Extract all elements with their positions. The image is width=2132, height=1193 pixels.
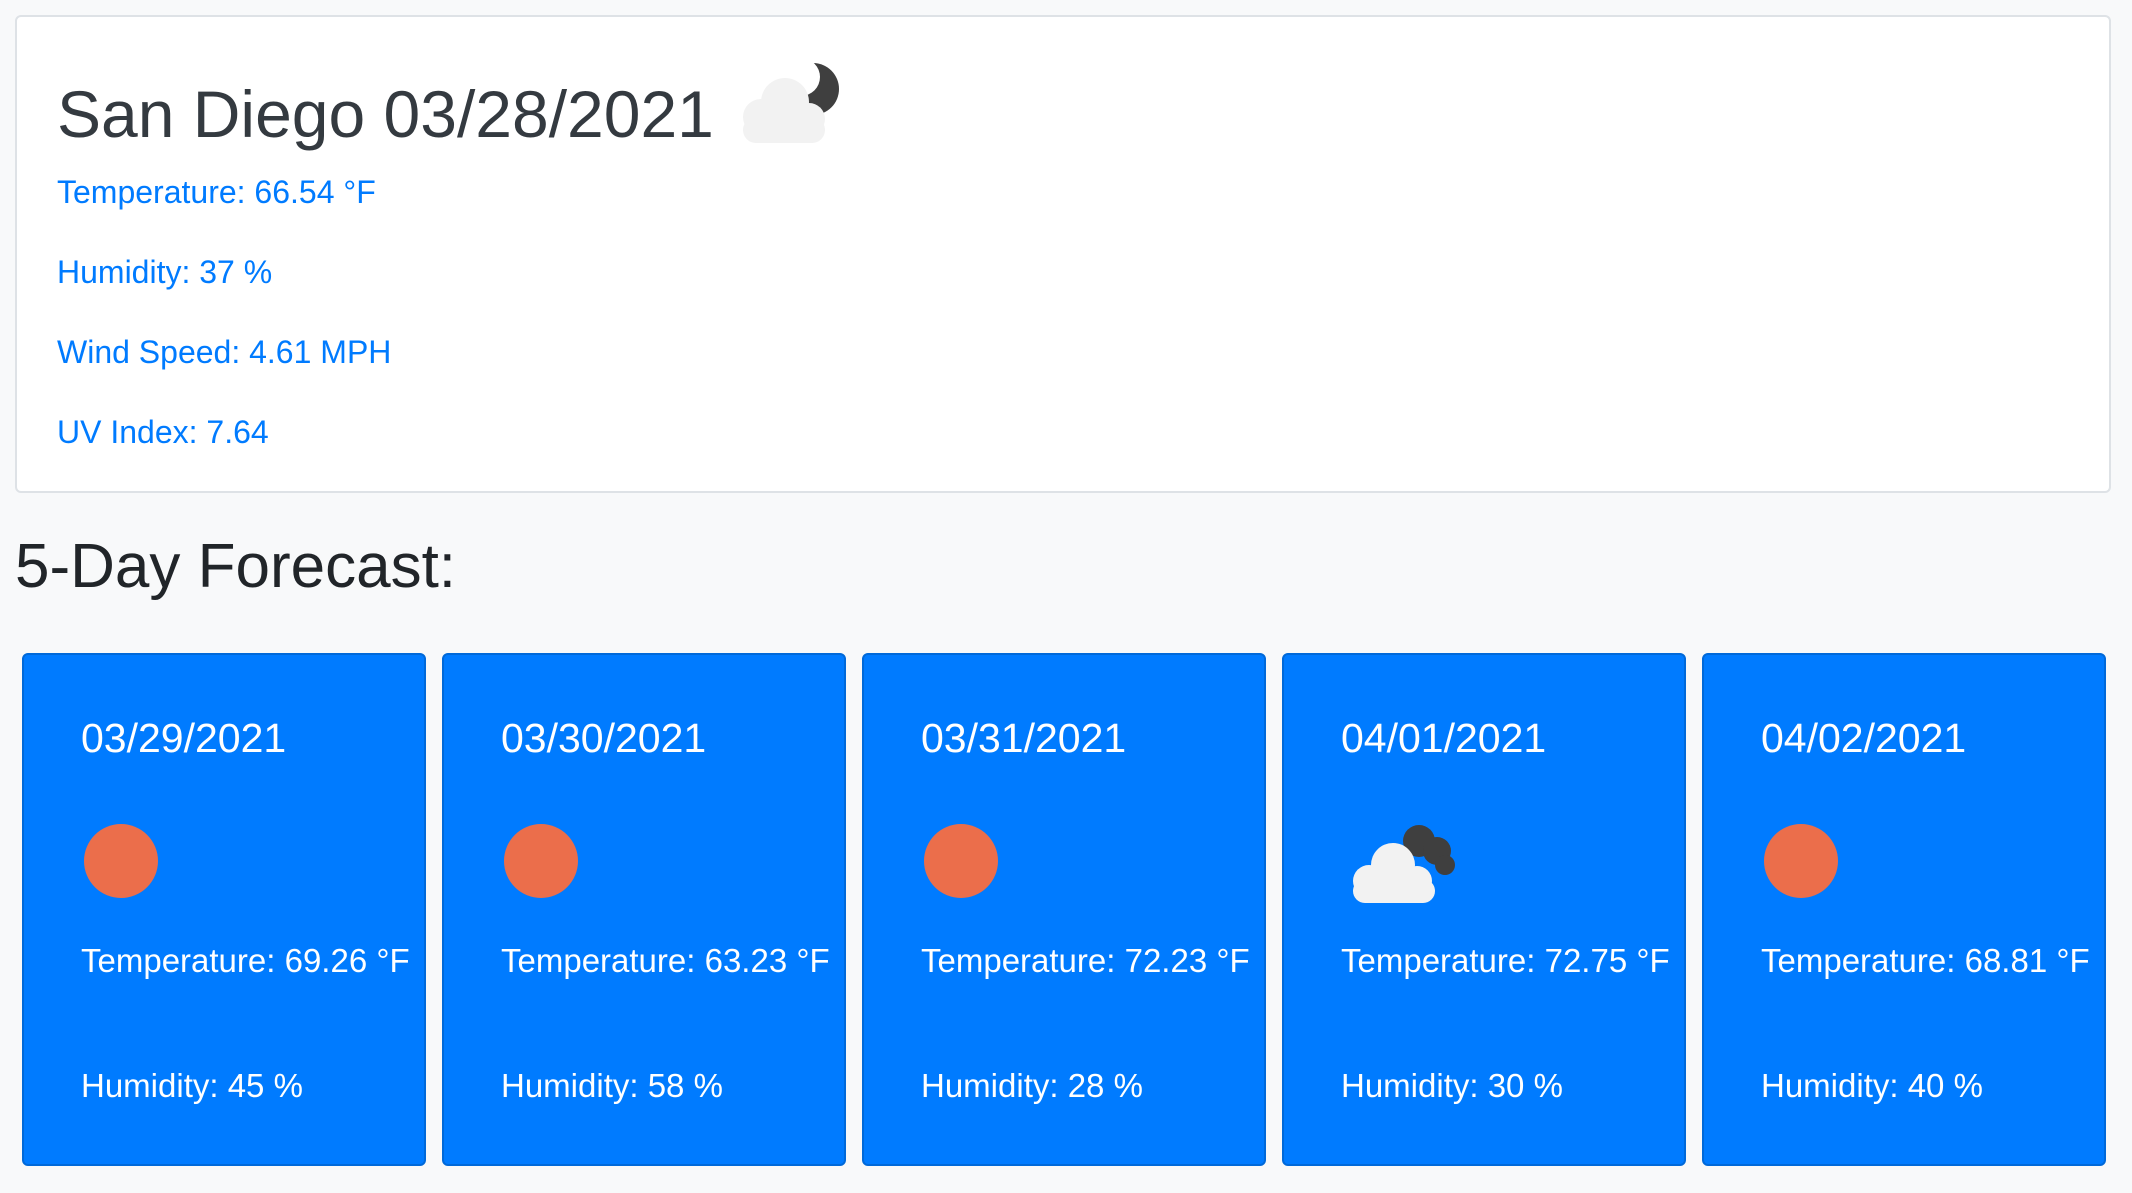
forecast-date: 03/31/2021 (921, 715, 1127, 761)
city-date-title: San Diego 03/28/2021 (57, 77, 714, 151)
forecast-date: 03/30/2021 (501, 715, 707, 761)
current-weather-card: San Diego 03/28/2021 Temperature: 66.54 … (15, 15, 2111, 493)
sun-icon (504, 824, 578, 898)
forecast-card: 04/02/2021 Temperature: 68.81 °F Humidit… (1702, 653, 2106, 1166)
forecast-card: 03/29/2021 Temperature: 69.26 °F Humidit… (22, 653, 426, 1166)
current-uv-index: UV Index: 7.64 (57, 414, 269, 450)
current-wind-speed: Wind Speed: 4.61 MPH (57, 334, 392, 370)
forecast-date: 04/02/2021 (1761, 715, 1967, 761)
forecast-humidity: Humidity: 30 % (1341, 1067, 1563, 1104)
forecast-card: 03/31/2021 Temperature: 72.23 °F Humidit… (862, 653, 1266, 1166)
forecast-temperature: Temperature: 68.81 °F (1761, 942, 2090, 979)
forecast-row: 03/29/2021 Temperature: 69.26 °F Humidit… (22, 653, 2106, 1166)
clouds-icon (1353, 825, 1455, 903)
forecast-date: 03/29/2021 (81, 715, 287, 761)
sun-icon (84, 824, 158, 898)
forecast-temperature: Temperature: 72.75 °F (1341, 942, 1670, 979)
forecast-humidity: Humidity: 28 % (921, 1067, 1143, 1104)
sun-icon (1764, 824, 1838, 898)
forecast-date: 04/01/2021 (1341, 715, 1547, 761)
forecast-humidity: Humidity: 45 % (81, 1067, 303, 1104)
sun-icon (924, 824, 998, 898)
partly-cloudy-night-icon (743, 58, 839, 143)
forecast-humidity: Humidity: 58 % (501, 1067, 723, 1104)
forecast-humidity: Humidity: 40 % (1761, 1067, 1983, 1104)
forecast-temperature: Temperature: 69.26 °F (81, 942, 410, 979)
current-humidity: Humidity: 37 % (57, 254, 273, 290)
forecast-temperature: Temperature: 63.23 °F (501, 942, 830, 979)
forecast-card: 04/01/2021 Temperature: 72.75 °F Humidit… (1282, 653, 1686, 1166)
current-temperature: Temperature: 66.54 °F (57, 174, 376, 210)
forecast-heading: 5-Day Forecast: (15, 532, 457, 601)
forecast-card: 03/30/2021 Temperature: 63.23 °F Humidit… (442, 653, 846, 1166)
forecast-temperature: Temperature: 72.23 °F (921, 942, 1250, 979)
